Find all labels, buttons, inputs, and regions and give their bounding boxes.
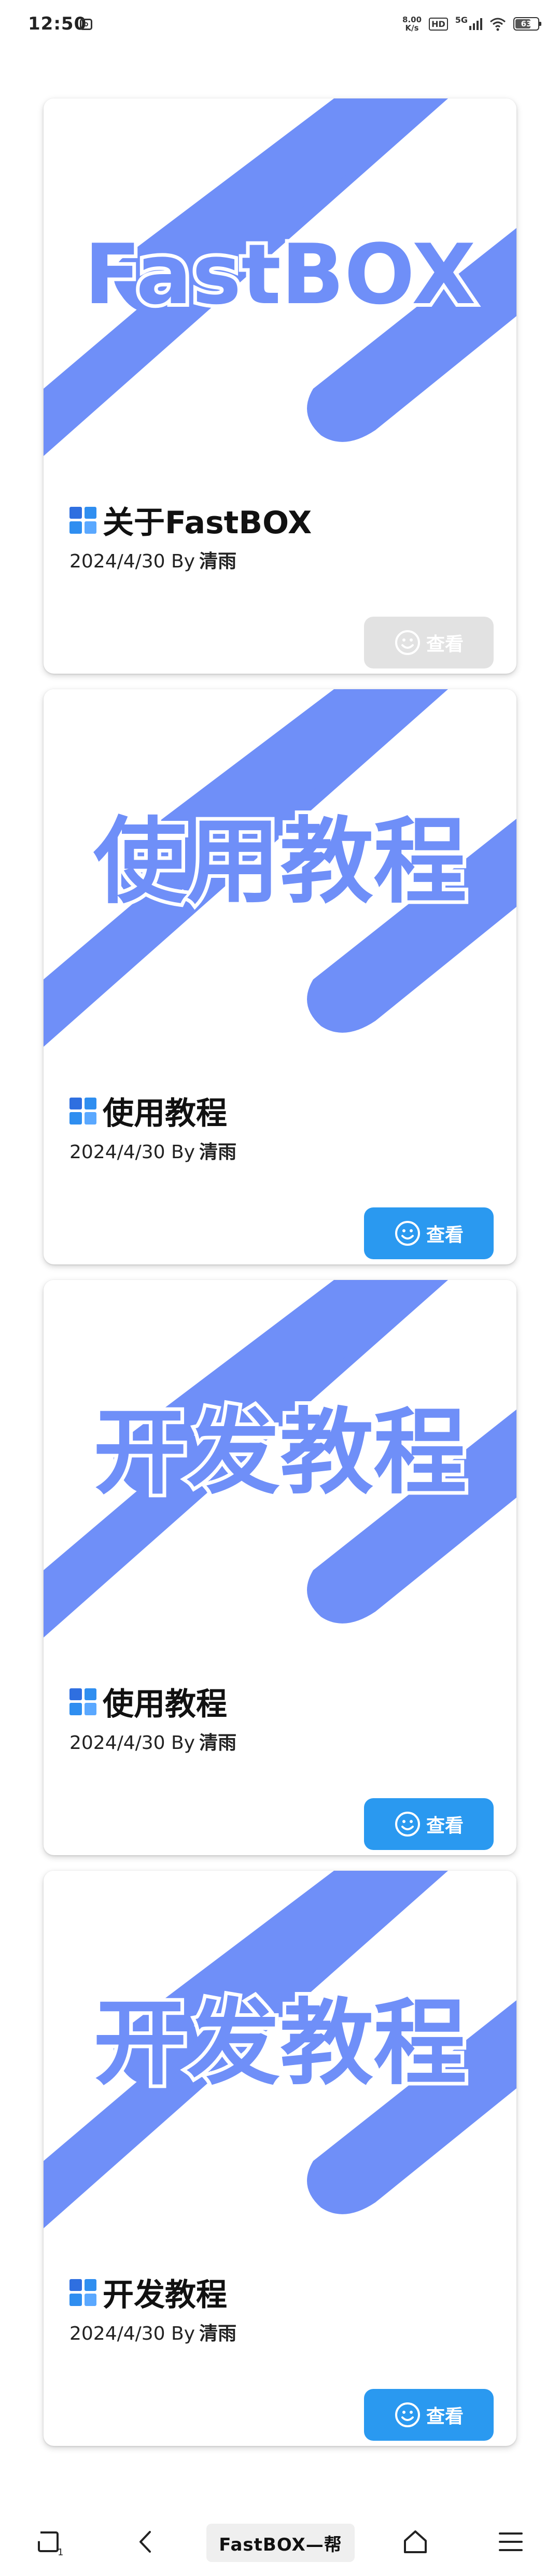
- home-icon[interactable]: [397, 2524, 433, 2560]
- smile-icon: [395, 1221, 420, 1246]
- post-title: 使用教程: [103, 1095, 227, 1132]
- post-cover-image: FastBOX: [44, 98, 516, 456]
- category-grid-icon: [69, 1097, 96, 1125]
- status-icons: 8.00 K/s HD 5G 63: [402, 15, 541, 32]
- view-button[interactable]: 查看: [364, 1798, 494, 1850]
- post-author: 清雨: [199, 551, 237, 572]
- menu-icon[interactable]: [493, 2524, 529, 2560]
- network-type-label: 5G: [455, 15, 468, 25]
- cover-text: 开发教程: [93, 1989, 467, 2098]
- category-grid-icon: [69, 2279, 96, 2306]
- post-by-label: By: [171, 551, 195, 572]
- post-by-label: By: [171, 1142, 195, 1163]
- post-card[interactable]: 开发教程 使用教程 2024/4/30 By 清雨 查看: [44, 1280, 516, 1855]
- post-card[interactable]: 使用教程 使用教程 2024/4/30 By 清雨 查看: [44, 689, 516, 1264]
- post-meta: 2024/4/30 By 清雨: [69, 1728, 236, 1755]
- post-title-row: 使用教程: [69, 1679, 227, 1724]
- smile-icon: [395, 630, 420, 655]
- screenshot-notification-icon: [80, 19, 92, 30]
- wifi-icon: [490, 18, 506, 31]
- post-title-row: 使用教程: [69, 1088, 227, 1133]
- post-title: 开发教程: [103, 2277, 227, 2313]
- battery-level: 63: [521, 19, 532, 29]
- post-card[interactable]: 开发教程 开发教程 2024/4/30 By 清雨 查看: [44, 1871, 516, 2446]
- post-date: 2024/4/30: [69, 551, 165, 572]
- view-button-label: 查看: [426, 2406, 464, 2427]
- status-bar: 12:50 8.00 K/s HD 5G 63: [0, 0, 560, 52]
- cover-text: FastBOX: [84, 226, 475, 323]
- tab-count: 1: [58, 2547, 63, 2557]
- view-button[interactable]: 查看: [364, 1207, 494, 1259]
- post-cover-image: 开发教程: [44, 1871, 516, 2228]
- post-date: 2024/4/30: [69, 2323, 165, 2344]
- tabs-icon[interactable]: 1: [31, 2524, 67, 2560]
- category-grid-icon: [69, 1688, 96, 1715]
- post-meta: 2024/4/30 By 清雨: [69, 546, 236, 573]
- post-title-row: 开发教程: [69, 2270, 227, 2315]
- view-button[interactable]: 查看: [364, 2389, 494, 2441]
- current-tab-title[interactable]: FastBOX—帮: [206, 2524, 355, 2562]
- status-time: 12:50: [28, 13, 87, 34]
- post-author: 清雨: [199, 2323, 237, 2344]
- view-button-label: 查看: [426, 1225, 464, 1246]
- post-cover-image: 使用教程: [44, 689, 516, 1047]
- view-button-label: 查看: [426, 634, 464, 655]
- post-title: 使用教程: [103, 1686, 227, 1723]
- post-author: 清雨: [199, 1732, 237, 1754]
- post-meta: 2024/4/30 By 清雨: [69, 1137, 236, 1164]
- smile-icon: [395, 1812, 420, 1837]
- view-button[interactable]: 查看: [364, 617, 494, 668]
- bottom-nav: 1 FastBOX—帮: [0, 2513, 560, 2576]
- category-grid-icon: [69, 506, 96, 534]
- post-date: 2024/4/30: [69, 1142, 165, 1163]
- network-speed-value: 8.00: [402, 15, 422, 24]
- hd-voice-icon: HD: [429, 17, 448, 31]
- cover-text: 开发教程: [93, 1399, 467, 1507]
- smile-icon: [395, 2402, 420, 2427]
- signal-icon: 5G: [455, 15, 482, 30]
- network-speed-unit: K/s: [405, 23, 419, 33]
- post-title-row: 关于FastBOX: [69, 497, 312, 543]
- post-by-label: By: [171, 1732, 195, 1754]
- post-card[interactable]: FastBOX 关于FastBOX 2024/4/30 By 清雨 查看: [44, 98, 516, 674]
- battery-icon: 63: [513, 17, 541, 31]
- post-by-label: By: [171, 2323, 195, 2344]
- back-icon[interactable]: [128, 2524, 164, 2560]
- cover-text: 使用教程: [93, 808, 467, 916]
- post-date: 2024/4/30: [69, 1732, 165, 1754]
- post-title: 关于FastBOX: [103, 505, 312, 541]
- view-button-label: 查看: [426, 1815, 464, 1837]
- post-author: 清雨: [199, 1142, 237, 1163]
- network-speed: 8.00 K/s: [402, 16, 422, 32]
- post-cover-image: 开发教程: [44, 1280, 516, 1638]
- post-meta: 2024/4/30 By 清雨: [69, 2318, 236, 2345]
